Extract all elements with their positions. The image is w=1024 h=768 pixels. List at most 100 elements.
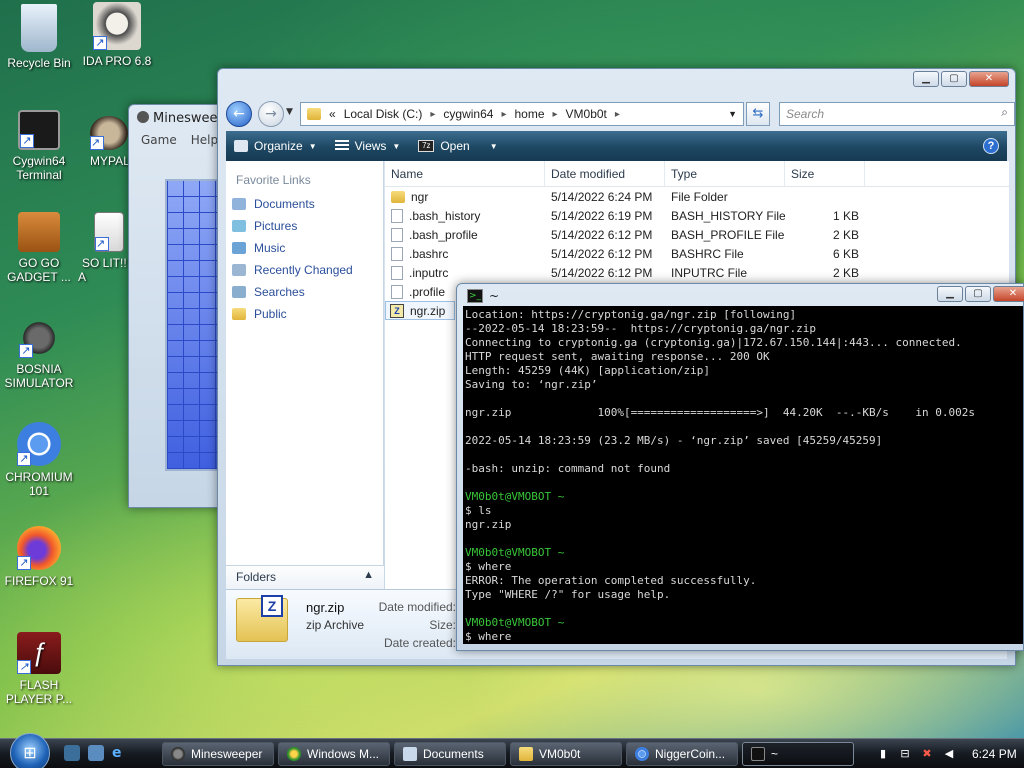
cygwin-terminal-icon: >_ xyxy=(467,289,483,303)
file-row[interactable]: .bash_history 5/14/2022 6:19 PM BASH_HIS… xyxy=(385,206,1009,225)
desktop-icon-go-go-gadget[interactable]: GO GO GADGET ... xyxy=(0,212,78,284)
breadcrumb-separator-icon[interactable]: ▸ xyxy=(501,109,506,120)
close-button[interactable]: ✕ xyxy=(993,286,1024,302)
desktop-icon-firefox[interactable]: ↗ FIREFOX 91 xyxy=(0,526,78,588)
desktop-icon-solitaire[interactable]: ↗ SO LIT!! A xyxy=(78,212,132,284)
refresh-button[interactable]: ⇆ xyxy=(746,102,770,126)
breadcrumb-home[interactable]: home xyxy=(514,107,544,121)
command-toolbar: Organize ▼ Views ▼ 7z Open ▼ ? xyxy=(226,131,1007,161)
file-list-header: Name Date modified Type Size xyxy=(385,161,1009,187)
nav-item-searches[interactable]: Searches xyxy=(232,281,383,303)
firefox-icon: ↗ xyxy=(17,526,61,570)
close-button[interactable]: ✕ xyxy=(969,71,1009,87)
terminal-line: ERROR: The operation completed successfu… xyxy=(465,574,757,587)
minimize-button[interactable]: ▁ xyxy=(913,71,939,87)
file-row[interactable]: .bashrc 5/14/2022 6:12 PM BASHRC File 6 … xyxy=(385,244,1009,263)
nav-item-music[interactable]: Music xyxy=(232,237,383,259)
desktop-icon-label: IDA PRO 6.8 xyxy=(82,54,152,68)
taskbar-button-niggercoin[interactable]: NiggerCoin... xyxy=(626,742,738,766)
column-header-name[interactable]: Name xyxy=(385,161,545,186)
chromium-icon xyxy=(635,747,649,761)
back-button[interactable]: ← xyxy=(226,101,252,127)
terminal-output[interactable]: Location: https://cryptonig.ga/ngr.zip [… xyxy=(463,306,1023,644)
recent-pages-chevron-icon[interactable]: ▼ xyxy=(286,107,293,117)
file-row-selected[interactable]: Zngr.zip xyxy=(385,301,455,320)
taskbar-button-minesweeper[interactable]: Minesweeper xyxy=(162,742,274,766)
volume-icon[interactable]: ◀ xyxy=(942,747,956,761)
internet-explorer-icon[interactable]: e xyxy=(112,745,128,761)
nav-item-public[interactable]: Public xyxy=(232,303,383,325)
menu-help[interactable]: Help xyxy=(191,133,218,147)
windows-media-icon xyxy=(287,747,301,761)
switch-windows-icon[interactable] xyxy=(88,745,104,761)
recently-changed-icon xyxy=(232,264,246,276)
desktop-icon-flash-player[interactable]: ƒ ↗ FLASH PLAYER P... xyxy=(0,632,78,706)
taskbar-button-vm0b0t[interactable]: VM0b0t xyxy=(510,742,622,766)
desktop-icon-recycle-bin[interactable]: Recycle Bin xyxy=(0,4,78,70)
folders-toggle[interactable]: Folders ▲ xyxy=(226,565,384,589)
nav-item-documents[interactable]: Documents xyxy=(232,193,383,215)
desktop-icon-bosnia-simulator[interactable]: ↗ BOSNIA SIMULATOR xyxy=(0,318,78,390)
folder-icon xyxy=(391,190,405,203)
clock[interactable]: 6:24 PM xyxy=(972,747,1017,761)
maximize-button[interactable]: ▢ xyxy=(965,286,991,302)
breadcrumb-separator-icon[interactable]: ▸ xyxy=(430,109,435,120)
taskbar-button-documents[interactable]: Documents xyxy=(394,742,506,766)
security-alert-icon[interactable]: ✖ xyxy=(920,747,934,761)
address-dropdown-icon[interactable]: ▼ xyxy=(728,109,737,119)
start-button[interactable]: ⊞ xyxy=(10,733,50,768)
file-row[interactable]: ngr 5/14/2022 6:24 PM File Folder xyxy=(385,187,1009,206)
chevron-down-icon[interactable]: ▼ xyxy=(490,142,498,151)
breadcrumb-vm0b0t[interactable]: VM0b0t xyxy=(566,107,607,121)
desktop-icon-ida-pro[interactable]: ↗ IDA PRO 6.8 xyxy=(78,2,156,68)
details-date-modified-label: Date modified: xyxy=(378,600,456,614)
favorite-links-list: Documents Pictures Music Recently Change… xyxy=(226,187,383,325)
desktop-icon-cygwin-terminal[interactable]: ↗ Cygwin64 Terminal xyxy=(0,110,78,182)
nav-item-pictures[interactable]: Pictures xyxy=(232,215,383,237)
file-row[interactable]: .bash_profile 5/14/2022 6:12 PM BASH_PRO… xyxy=(385,225,1009,244)
cygwin-terminal-icon xyxy=(751,747,765,761)
organize-button[interactable]: Organize ▼ xyxy=(234,139,317,153)
taskbar-button-terminal[interactable]: ~ xyxy=(742,742,854,766)
minesweeper-window[interactable]: Minesweep Game Help xyxy=(128,104,229,508)
breadcrumb-local-disk[interactable]: Local Disk (C:) xyxy=(344,107,423,121)
breadcrumb-cygwin64[interactable]: cygwin64 xyxy=(443,107,493,121)
breadcrumb-overflow[interactable]: « xyxy=(329,107,336,121)
column-header-type[interactable]: Type xyxy=(665,161,785,186)
maximize-button[interactable]: ▢ xyxy=(941,71,967,87)
address-row: ← → ▼ « Local Disk (C:) ▸ cygwin64 ▸ hom… xyxy=(226,99,1015,129)
column-header-size[interactable]: Size xyxy=(785,161,865,186)
forward-button[interactable]: → xyxy=(258,101,284,127)
breadcrumb-separator-icon[interactable]: ▸ xyxy=(553,109,558,120)
help-icon[interactable]: ? xyxy=(983,138,999,154)
terminal-line: ngr.zip 100%[===================>] 44.20… xyxy=(465,406,975,419)
taskbar-button-windows-media[interactable]: Windows M... xyxy=(278,742,390,766)
terminal-window[interactable]: >_ ~ ▁ ▢ ✕ Location: https://cryptonig.g… xyxy=(456,283,1024,651)
minimize-button[interactable]: ▁ xyxy=(937,286,963,302)
show-desktop-icon[interactable] xyxy=(64,745,80,761)
search-input[interactable]: Search ⌕ xyxy=(779,102,1015,126)
menu-game[interactable]: Game xyxy=(141,133,177,147)
column-header-date-modified[interactable]: Date modified xyxy=(545,161,665,186)
breadcrumb-separator-icon[interactable]: ▸ xyxy=(615,109,620,120)
nav-item-recently-changed[interactable]: Recently Changed xyxy=(232,259,383,281)
desktop-icon-mypal[interactable]: ↗ MYPAL xyxy=(78,116,132,168)
desktop-icon-label: BOSNIA SIMULATOR xyxy=(4,362,74,390)
zip-file-icon: Z xyxy=(390,303,404,318)
desktop-icon-chromium[interactable]: ↗ CHROMIUM 101 xyxy=(0,422,78,498)
sidebar-icon[interactable]: ▮ xyxy=(876,747,890,761)
file-row[interactable]: .inputrc 5/14/2022 6:12 PM INPUTRC File … xyxy=(385,263,1009,282)
folder-icon xyxy=(519,747,533,761)
views-button[interactable]: Views ▼ xyxy=(334,139,400,153)
network-icon[interactable]: ⊟ xyxy=(898,747,912,761)
address-bar[interactable]: « Local Disk (C:) ▸ cygwin64 ▸ home ▸ VM… xyxy=(300,102,744,126)
terminal-line: $ where xyxy=(465,630,512,643)
open-button[interactable]: 7z Open ▼ xyxy=(418,139,498,153)
favorite-links-header: Favorite Links xyxy=(236,173,311,187)
taskbar: ⊞ e Minesweeper Windows M... Documents V… xyxy=(0,733,1024,768)
search-icon[interactable]: ⌕ xyxy=(1001,105,1008,120)
